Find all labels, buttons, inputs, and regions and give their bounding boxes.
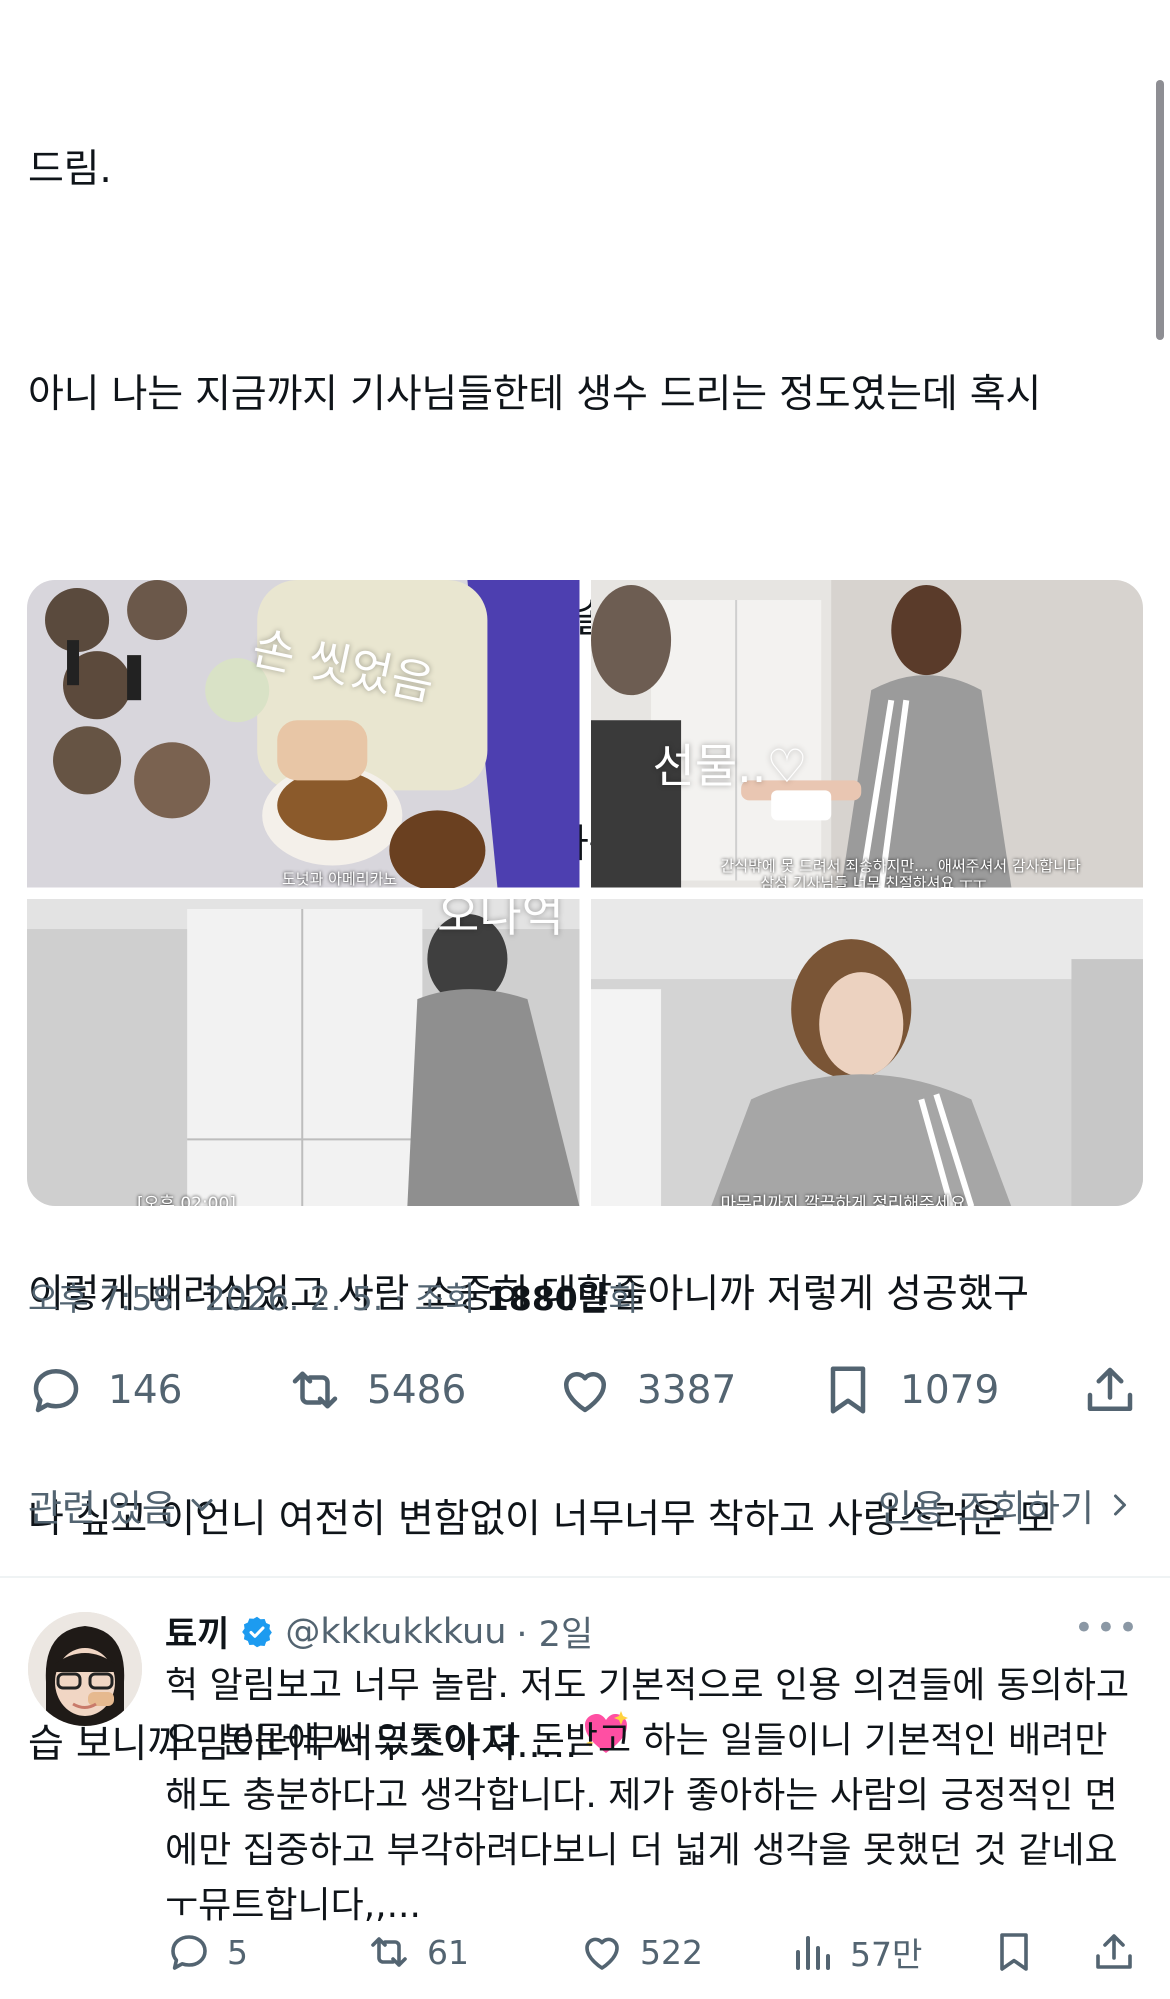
share-icon	[1096, 1934, 1132, 1969]
media-photo-2[interactable]: 선물..♡ 간식밖에 못 드려서 죄송하지만.... 애써주셔서 감사합니다 삼…	[590, 580, 1143, 888]
chevron-right-icon	[1114, 1494, 1126, 1516]
media-caption: 선물..♡	[652, 739, 808, 793]
avatar[interactable]	[28, 1612, 142, 1726]
reply-text: 헉 알림보고 너무 놀람. 저도 기본적으로 인용 의견들에 동의하고 요. 본…	[165, 1665, 1130, 1926]
reply-like-count: 522	[640, 1932, 703, 1972]
repost-icon	[371, 1937, 407, 1967]
chevron-down-icon	[191, 1499, 213, 1511]
handle[interactable]: @kkkukkkuu	[285, 1612, 506, 1652]
heart-icon	[564, 1372, 606, 1413]
reply-tweet[interactable]: 툐끼 @kkkukkkuu · 2일 ••• 헉 알림보고 너무 놀람. 저도 …	[0, 1578, 1170, 1999]
bookmark-icon	[1000, 1933, 1028, 1971]
related-label: 관련 있음	[28, 1487, 176, 1530]
like-count: 3387	[637, 1367, 737, 1413]
reply-view-count: 57만	[850, 1935, 923, 1974]
share-icon	[1087, 1367, 1133, 1411]
reply-count: 146	[108, 1367, 183, 1413]
reply-repost-button[interactable]: 61	[365, 1928, 469, 1976]
reply-icon	[171, 1935, 207, 1970]
reply-time: · 2일	[516, 1615, 594, 1655]
media-subcaption: [오후 02:00]	[137, 1193, 236, 1207]
verified-badge-icon	[242, 1616, 273, 1647]
post-line: 드림.	[28, 147, 112, 192]
share-button[interactable]	[1080, 1360, 1140, 1420]
reply-reply-count: 5	[227, 1932, 248, 1972]
reply-reply-button[interactable]: 5	[165, 1928, 248, 1976]
media-photo-4[interactable]: 마무리까지 깔끔하게 정리해주세요	[590, 898, 1143, 1207]
media-subcaption: 도넛과 아메리카노	[282, 870, 398, 888]
reply-share-button[interactable]	[1090, 1928, 1138, 1976]
bookmark-count: 1079	[900, 1367, 1000, 1413]
reply-icon	[33, 1369, 79, 1413]
bookmark-button[interactable]: 1079	[818, 1360, 999, 1420]
view-suffix: 회	[608, 1279, 639, 1318]
view-count: 1880만	[485, 1279, 609, 1318]
reply-button[interactable]: 146	[26, 1360, 182, 1420]
reply-views-button[interactable]: 57만	[788, 1928, 922, 1976]
view-quotes-link[interactable]: 인용 조회하기	[878, 1478, 1138, 1532]
reply-actions: 5 61 522 57만	[0, 1928, 1170, 1988]
media-subcaption: 마무리까지 깔끔하게 정리해주세요	[720, 1193, 966, 1207]
scrollbar[interactable]	[1156, 80, 1164, 340]
post-meta: 오후 7:58 · 2026. 2. 5. · 조회 1880만회	[28, 1272, 638, 1320]
media-photo-1[interactable]: 손 씻었음 도넛과 아메리카노	[27, 580, 580, 888]
view-quotes-label: 인용 조회하기	[877, 1487, 1094, 1530]
reply-header: 툐끼 @kkkukkkuu · 2일	[165, 1606, 593, 1657]
post-line: 아니 나는 지금까지 기사님들한테 생수 드리는 정도였는데 혹시	[28, 372, 1042, 417]
media-caption: 오나억	[437, 898, 564, 942]
media-subcaption: 삼성 기사님들 너무 친절하셔요 ㅜㅜ	[760, 874, 987, 888]
reply-repost-count: 61	[427, 1932, 469, 1972]
post-tabs: 관련 있음 인용 조회하기	[28, 1478, 1138, 1538]
media-photo-3[interactable]: 오나억 [오후 02:00]	[27, 898, 580, 1207]
reply-like-button[interactable]: 522	[578, 1928, 703, 1976]
post-actions: 146 5486 3387 1079	[0, 1360, 1170, 1430]
reply-bookmark-button[interactable]	[990, 1928, 1038, 1976]
post-timestamp: 오후 7:58 · 2026. 2. 5. · 조회	[28, 1279, 486, 1318]
media-grid[interactable]: 손 씻었음 도넛과 아메리카노 선물..♡ 간식밖에 못 드려서 죄송하지만..…	[27, 580, 1143, 1206]
more-options-icon[interactable]: •••	[1074, 1608, 1140, 1648]
heart-icon	[585, 1937, 619, 1970]
related-dropdown[interactable]: 관련 있음	[28, 1478, 220, 1532]
repost-button[interactable]: 5486	[285, 1360, 466, 1420]
repost-count: 5486	[367, 1367, 467, 1413]
bookmark-icon	[830, 1366, 866, 1414]
display-name[interactable]: 툐끼	[165, 1606, 229, 1657]
repost-icon	[292, 1371, 338, 1409]
analytics-icon	[796, 1936, 830, 1970]
like-button[interactable]: 3387	[555, 1360, 736, 1420]
